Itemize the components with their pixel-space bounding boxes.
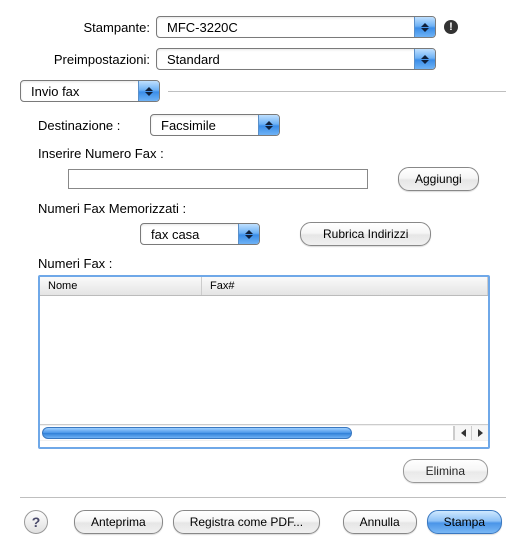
pane-select[interactable]: Invio fax xyxy=(20,80,160,102)
scroll-right-button[interactable] xyxy=(471,426,488,440)
help-button[interactable]: ? xyxy=(24,510,48,534)
scrollbar-track[interactable] xyxy=(40,426,454,440)
presets-label: Preimpostazioni: xyxy=(20,52,156,67)
stored-numbers-label: Numeri Fax Memorizzati : xyxy=(38,201,506,216)
updown-arrows-icon xyxy=(414,17,435,37)
scroll-left-button[interactable] xyxy=(454,426,471,440)
updown-arrows-icon xyxy=(258,115,279,135)
print-dialog: Stampante: MFC-3220C ! Preimpostazioni: … xyxy=(0,0,526,546)
horizontal-scrollbar[interactable] xyxy=(40,424,488,441)
updown-arrows-icon xyxy=(138,81,159,101)
separator-line xyxy=(168,91,506,92)
chevron-right-icon xyxy=(478,429,483,437)
updown-arrows-icon xyxy=(238,224,259,244)
stored-numbers-value: fax casa xyxy=(151,227,238,242)
scrollbar-thumb[interactable] xyxy=(42,427,352,439)
fax-list-box: Nome Fax# xyxy=(38,275,490,449)
destination-select[interactable]: Facsimile xyxy=(150,114,280,136)
updown-arrows-icon xyxy=(414,49,435,69)
destination-label: Destinazione : xyxy=(38,118,150,133)
bottom-button-row: ? Anteprima Registra come PDF... Annulla… xyxy=(20,510,506,534)
printer-label: Stampante: xyxy=(20,20,156,35)
preview-button[interactable]: Anteprima xyxy=(74,510,163,534)
presets-row: Preimpostazioni: Standard xyxy=(20,48,506,70)
delete-button[interactable]: Elimina xyxy=(403,459,488,483)
printer-select[interactable]: MFC-3220C xyxy=(156,16,436,38)
printer-select-value: MFC-3220C xyxy=(167,20,414,35)
destination-row: Destinazione : Facsimile xyxy=(20,114,506,136)
cancel-button[interactable]: Annulla xyxy=(343,510,417,534)
fax-number-input-row: Aggiungi xyxy=(68,167,506,191)
presets-select-value: Standard xyxy=(167,52,414,67)
warning-icon: ! xyxy=(444,20,458,34)
fax-number-input[interactable] xyxy=(68,169,368,189)
print-button[interactable]: Stampa xyxy=(427,510,502,534)
stored-numbers-select[interactable]: fax casa xyxy=(140,223,260,245)
address-book-button[interactable]: Rubrica Indirizzi xyxy=(300,222,431,246)
bottom-divider xyxy=(20,497,506,498)
delete-row: Elimina xyxy=(20,459,488,483)
fax-list-body[interactable] xyxy=(40,296,488,424)
pane-select-value: Invio fax xyxy=(31,84,138,99)
pane-select-row: Invio fax xyxy=(20,80,506,102)
column-header-fax[interactable]: Fax# xyxy=(202,277,488,295)
chevron-left-icon xyxy=(461,429,466,437)
fax-list-label: Numeri Fax : xyxy=(38,256,506,271)
add-button[interactable]: Aggiungi xyxy=(398,167,479,191)
destination-select-value: Facsimile xyxy=(161,118,258,133)
presets-select[interactable]: Standard xyxy=(156,48,436,70)
column-header-name[interactable]: Nome xyxy=(40,277,202,295)
stored-numbers-row: fax casa Rubrica Indirizzi xyxy=(140,222,506,246)
fax-number-input-label: Inserire Numero Fax : xyxy=(38,146,506,161)
fax-list-header: Nome Fax# xyxy=(40,277,488,296)
save-as-pdf-button[interactable]: Registra come PDF... xyxy=(173,510,320,534)
printer-row: Stampante: MFC-3220C ! xyxy=(20,16,506,38)
